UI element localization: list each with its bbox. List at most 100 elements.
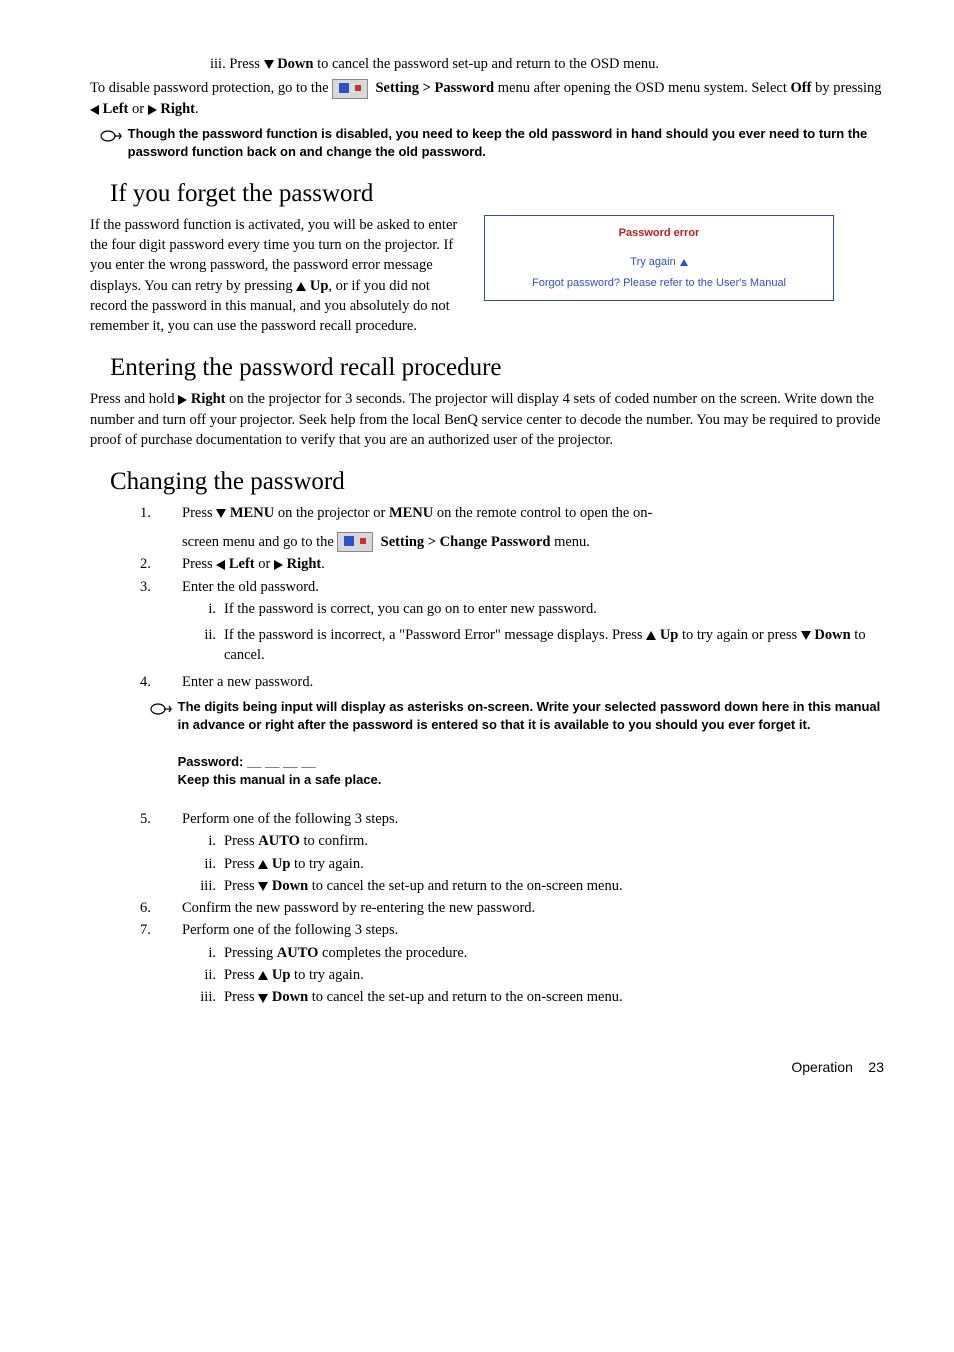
off-label: Off [791,80,812,96]
disable-text-d: by pressing [815,80,881,96]
setting-password-label: Setting > Password [375,80,494,96]
right-label: Right [160,101,195,117]
heading-change-password: Changing the password [110,464,894,499]
left-arrow-icon [90,105,99,115]
heading-recall-procedure: Entering the password recall procedure [110,350,894,385]
step-7-text: Perform one of the following 3 steps. [182,920,894,940]
up-arrow-icon-3 [258,860,268,869]
right-label-2: Right [191,391,226,407]
page-footer: Operation 23 [90,1058,894,1078]
step-3i-text: If the password is correct, you can go o… [224,599,894,619]
recall-body-a: Press and hold [90,391,178,407]
down-label-3: Down [272,878,308,894]
down-label: Down [277,56,313,72]
c7iii-press: Press [224,989,258,1005]
down-arrow-icon [264,60,274,69]
disable-text-c: menu after opening the OSD menu system. … [498,80,791,96]
auto-label: AUTO [258,833,300,849]
left-label: Left [103,101,129,117]
up-arrow-small-icon [680,259,688,266]
step-3i-rn: i. [182,599,224,619]
left-arrow-icon-2 [216,560,225,570]
setting-menu-icon-2 [337,532,373,552]
footer-section: Operation [791,1059,852,1075]
left-label-2: Left [229,556,255,572]
note-2-text: The digits being input will display as a… [178,698,892,789]
step-7ii-text: Press Up to try again. [224,965,894,985]
setting-change-password-label: Setting > Change Password [381,534,551,550]
c7iii-tail: to cancel the set-up and return to the o… [312,989,623,1005]
c5ia: Press [224,833,258,849]
error-try-again: Try again [489,255,829,270]
step-3ii-text: If the password is incorrect, a "Passwor… [224,625,894,666]
step-7-number: 7. [140,920,182,940]
step-5ii-rn: ii. [182,854,224,874]
down-arrow-icon-5 [258,994,268,1003]
footer-page-number: 23 [868,1059,884,1075]
c5ib: to confirm. [300,833,368,849]
down-arrow-icon-4 [258,882,268,891]
up-arrow-icon-4 [258,971,268,980]
c5ii: to try again. [294,856,364,872]
step-1-number: 1. [140,503,182,552]
c3iib: to try again or press [682,627,801,643]
error-try-label: Try again [630,256,675,268]
menu-label-2: MENU [389,505,433,521]
step-3-number: 3. [140,577,182,597]
c7ii-press: Press [224,967,258,983]
or-text: or [132,101,148,117]
c3iia: If the password is incorrect, a "Passwor… [224,627,646,643]
right-arrow-icon-2 [178,395,187,405]
right-label-3: Right [287,556,322,572]
setting-menu-icon [332,79,368,99]
c1f: menu. [554,534,590,550]
step-7i-rn: i. [182,943,224,963]
c7ii-tail: to try again. [294,967,364,983]
c1d: screen menu and go to the [182,534,337,550]
step-7ii-rn: ii. [182,965,224,985]
period: . [195,101,199,117]
step-5-number: 5. [140,809,182,829]
step-5iii-text: Press Down to cancel the set-up and retu… [224,876,894,896]
step-5iii-rn: iii. [182,876,224,896]
c7ib: completes the procedure. [318,945,467,961]
down-label-4: Down [272,989,308,1005]
or-2: or [258,556,274,572]
roman-iii-prefix: iii. Press [210,56,264,72]
c5ia-3: Press [224,878,258,894]
up-arrow-icon [296,282,306,291]
note-1-text: Though the password function is disabled… [128,125,892,161]
error-forgot-text: Forgot password? Please refer to the Use… [489,276,829,291]
up-label-2: Up [660,627,679,643]
auto-label-2: AUTO [277,945,319,961]
up-label-3: Up [272,856,291,872]
note-icon-2 [150,698,174,718]
right-arrow-icon [148,105,157,115]
step-7iii-rn: iii. [182,987,224,1007]
c2: Press [182,556,216,572]
up-label-4: Up [272,967,291,983]
c5ia-2: Press [224,856,258,872]
step-5-text: Perform one of the following 3 steps. [182,809,894,829]
iii-text: to cancel the password set-up and return… [317,56,659,72]
c1c: on the remote control to open the on- [437,505,652,521]
up-label: Up [310,278,329,294]
c1b: on the projector or [278,505,389,521]
period-2: . [321,556,325,572]
disable-text-a: To disable password protection, go to th… [90,80,332,96]
step-1-text: Press MENU on the projector or MENU on t… [182,503,894,552]
step-6-text: Confirm the new password by re-entering … [182,898,894,918]
password-error-box: Password error Try again Forgot password… [484,215,834,301]
error-title: Password error [489,226,829,241]
password-blank-line: Password: __ __ __ __ [178,754,316,769]
heading-forget-password: If you forget the password [110,176,894,211]
step-6-number: 6. [140,898,182,918]
step-7iii-text: Press Down to cancel the set-up and retu… [224,987,894,1007]
note2c: Keep this manual in a safe place. [178,772,382,787]
c7ia: Pressing [224,945,277,961]
step-5ii-text: Press Up to try again. [224,854,894,874]
note2a: The digits being input will display as a… [178,699,881,732]
step-5i-text: Press AUTO to confirm. [224,831,894,851]
menu-label: MENU [230,505,274,521]
right-arrow-icon-3 [274,560,283,570]
